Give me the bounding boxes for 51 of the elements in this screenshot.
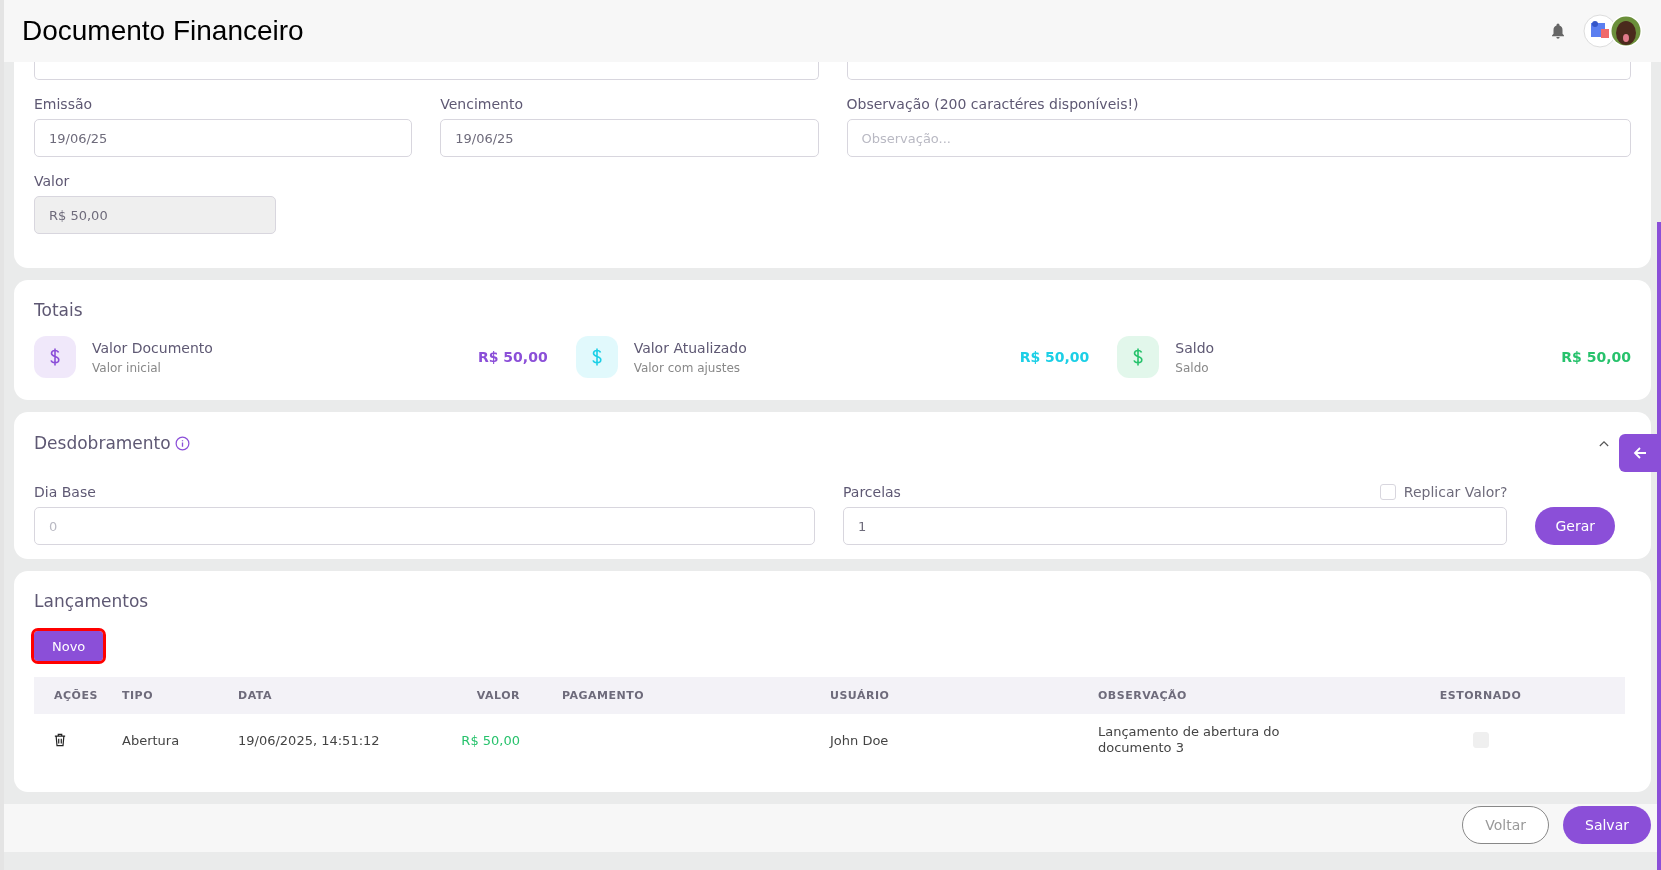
checkbox[interactable] [1379,484,1396,500]
trash-icon[interactable] [54,733,66,747]
total-subtitle: Valor com ajustes [633,360,742,375]
input-field[interactable]: 1 [843,507,1508,545]
checkbox-label: Replicar Valor? [1403,484,1508,500]
table-cell-text: R$ 50,00 [460,732,521,748]
total-subtitle: Valor inicial [92,360,162,375]
total-title: Valor Atualizado [633,339,748,356]
column-header: TIPO [121,689,154,702]
column-header: PAGAMENTO [561,689,646,702]
field-label: Dia Base [34,484,97,500]
column-header: AÇÕES [53,689,99,702]
total-value: R$ 50,00 [477,349,548,365]
input-field[interactable]: 0 [34,507,815,545]
scrollbar[interactable] [1657,222,1661,870]
section-title: Lançamentos [34,591,150,611]
field-label: Emissão [34,96,94,112]
info-icon[interactable] [174,435,190,451]
column-header: ESTORNADO [1438,689,1523,702]
column-header: VALOR [475,689,521,702]
table-cell-text: Lançamento de abertura do documento 3 [1097,724,1281,756]
total-subtitle: Saldo [1175,360,1210,375]
total-value: R$ 50,00 [1019,349,1090,365]
generate-button[interactable]: Gerar [1535,507,1615,545]
page-title: Documento Financeiro [22,15,304,47]
column-header: USUÁRIO [829,689,891,702]
total-title: Valor Documento [92,339,214,356]
total-value: R$ 50,00 [1561,349,1631,365]
chevron-up-icon[interactable] [1599,439,1609,447]
total-title: Saldo [1175,339,1216,356]
section-title: Totais [34,300,84,320]
save-button[interactable]: Salvar [1563,806,1651,844]
field-label: Vencimento [440,96,524,112]
new-button[interactable]: Novo [34,631,104,661]
arrow-left-icon[interactable] [1632,445,1648,461]
field-label: Valor [34,173,71,189]
section-title: Desdobramento [34,433,171,453]
select-field[interactable] [34,62,819,80]
back-button[interactable]: Voltar [1462,806,1549,844]
input-field[interactable]: 19/06/25 [440,119,819,157]
field-label: Parcelas [843,484,901,500]
column-header: OBSERVAÇÃO [1097,689,1188,702]
table-cell-text: John Doe [828,732,890,748]
column-header: DATA [237,689,273,702]
field-label: Observação (200 caractéres disponíveis!) [846,96,1140,112]
table-cell-text: Abertura [121,732,181,748]
select-field[interactable] [846,62,1631,80]
table-cell-text: 19/06/2025, 14:51:12 [237,732,381,748]
input-field[interactable]: Observação... [846,119,1631,157]
input-field[interactable]: 19/06/25 [34,119,413,157]
bell-icon[interactable] [1549,21,1567,41]
